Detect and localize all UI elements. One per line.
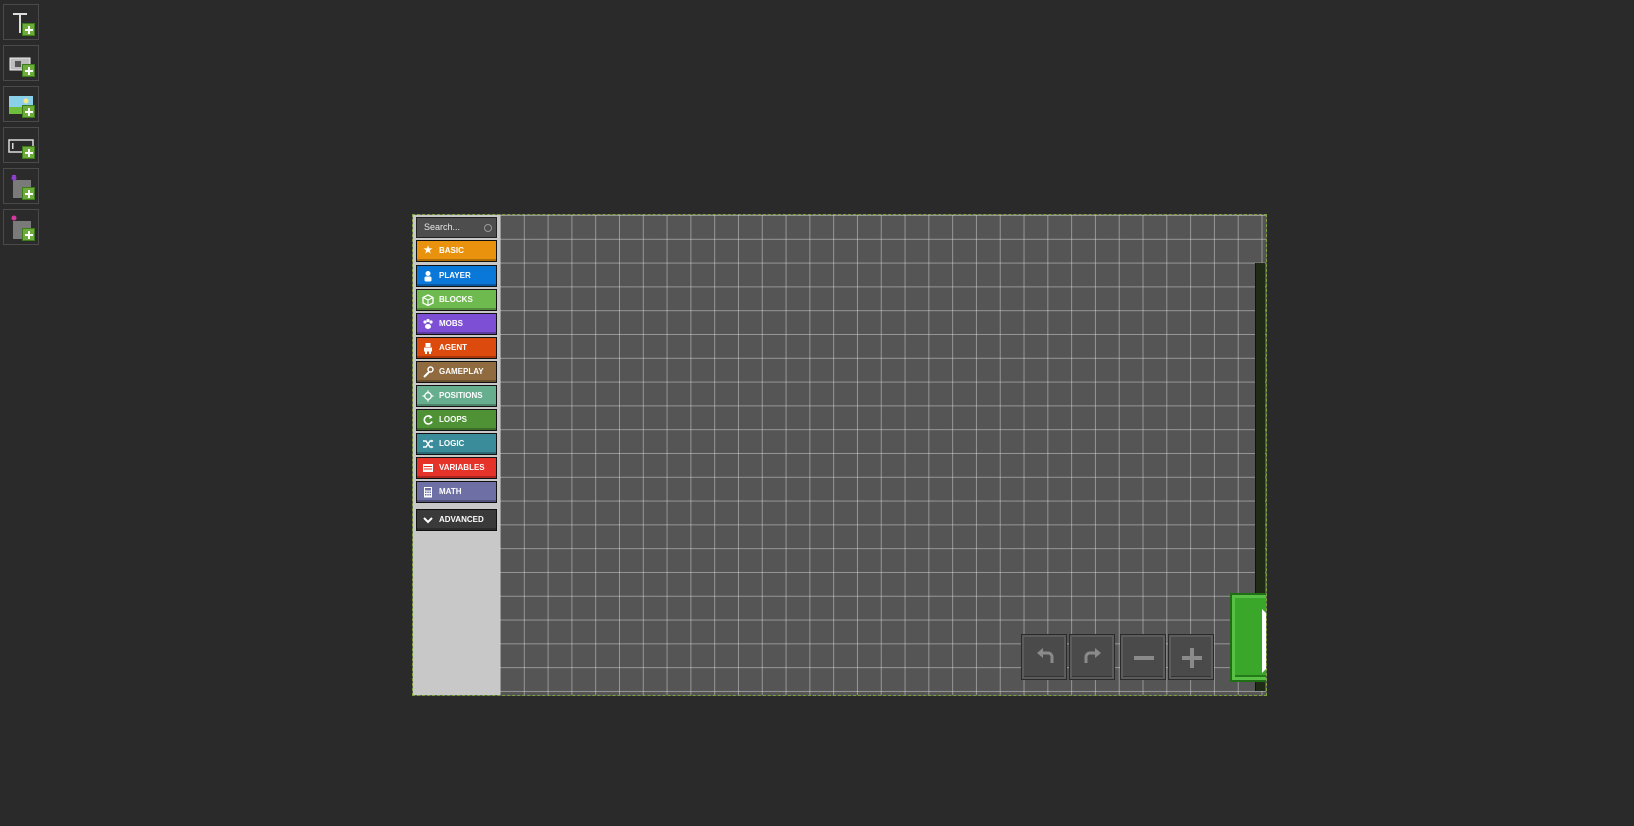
zoom-in-icon xyxy=(1182,648,1202,668)
chevron-down-icon xyxy=(422,514,434,526)
add-textbox-tool[interactable] xyxy=(3,127,39,163)
cube-icon xyxy=(422,294,434,307)
category-mobs[interactable]: MOBS xyxy=(416,313,497,335)
star-icon: ★ xyxy=(423,245,433,256)
category-logic[interactable]: LOGIC xyxy=(416,433,497,455)
category-label: LOOPS xyxy=(439,415,468,424)
category-loops[interactable]: LOOPS xyxy=(416,409,497,431)
add-image-tool[interactable] xyxy=(3,86,39,122)
wrench-icon xyxy=(422,366,434,378)
category-label: PLAYER xyxy=(439,271,471,280)
add-purple-sprite-tool[interactable] xyxy=(3,168,39,204)
category-player[interactable]: PLAYER xyxy=(416,265,497,287)
calculator-icon xyxy=(422,486,434,498)
add-pink-sprite-tool[interactable] xyxy=(3,209,39,245)
search-placeholder: Search... xyxy=(424,222,461,232)
robot-icon xyxy=(422,342,434,354)
category-label: AGENT xyxy=(439,343,467,352)
redo-icon xyxy=(1084,648,1101,663)
person-icon xyxy=(422,270,434,282)
category-label: MATH xyxy=(439,487,462,496)
redo-button[interactable] xyxy=(1069,634,1115,680)
block-toolbox: Search... ★ BASIC PLAYER BLOCKS MOBS AGE… xyxy=(413,215,500,695)
shuffle-icon xyxy=(422,438,434,450)
zoom-in-button[interactable] xyxy=(1168,634,1214,680)
add-button-tool[interactable] xyxy=(3,45,39,81)
list-icon xyxy=(422,462,434,474)
paw-icon xyxy=(422,318,434,330)
category-variables[interactable]: VARIABLES xyxy=(416,457,497,479)
plus-icon xyxy=(22,64,35,77)
category-label: LOGIC xyxy=(439,439,465,448)
undo-icon xyxy=(1037,648,1054,663)
refresh-icon xyxy=(422,414,434,426)
category-label: BASIC xyxy=(439,246,464,255)
category-label: VARIABLES xyxy=(439,463,485,472)
category-gameplay[interactable]: GAMEPLAY xyxy=(416,361,497,383)
category-advanced[interactable]: ADVANCED xyxy=(416,509,497,531)
block-workspace[interactable] xyxy=(500,215,1266,695)
crosshair-icon xyxy=(422,390,434,402)
category-label: MOBS xyxy=(439,319,463,328)
plus-icon xyxy=(22,105,35,118)
run-button[interactable] xyxy=(1230,593,1266,682)
search-input[interactable]: Search... xyxy=(416,217,497,238)
plus-icon xyxy=(22,23,35,36)
add-text-tool[interactable] xyxy=(3,4,39,40)
category-label: BLOCKS xyxy=(439,295,473,304)
zoom-out-icon xyxy=(1134,656,1154,660)
plus-icon xyxy=(22,187,35,200)
code-editor-panel: Search... ★ BASIC PLAYER BLOCKS MOBS AGE… xyxy=(412,214,1267,696)
plus-icon xyxy=(22,228,35,241)
category-agent[interactable]: AGENT xyxy=(416,337,497,359)
category-label: GAMEPLAY xyxy=(439,367,484,376)
category-positions[interactable]: POSITIONS xyxy=(416,385,497,407)
zoom-out-button[interactable] xyxy=(1120,634,1166,680)
search-icon xyxy=(484,224,492,232)
plus-icon xyxy=(22,146,35,159)
category-basic[interactable]: ★ BASIC xyxy=(416,240,497,262)
category-label: ADVANCED xyxy=(439,515,484,524)
category-label: POSITIONS xyxy=(439,391,483,400)
undo-button[interactable] xyxy=(1021,634,1067,680)
play-icon xyxy=(1262,609,1266,673)
category-math[interactable]: MATH xyxy=(416,481,497,503)
category-blocks[interactable]: BLOCKS xyxy=(416,289,497,311)
tool-palette xyxy=(3,4,41,250)
